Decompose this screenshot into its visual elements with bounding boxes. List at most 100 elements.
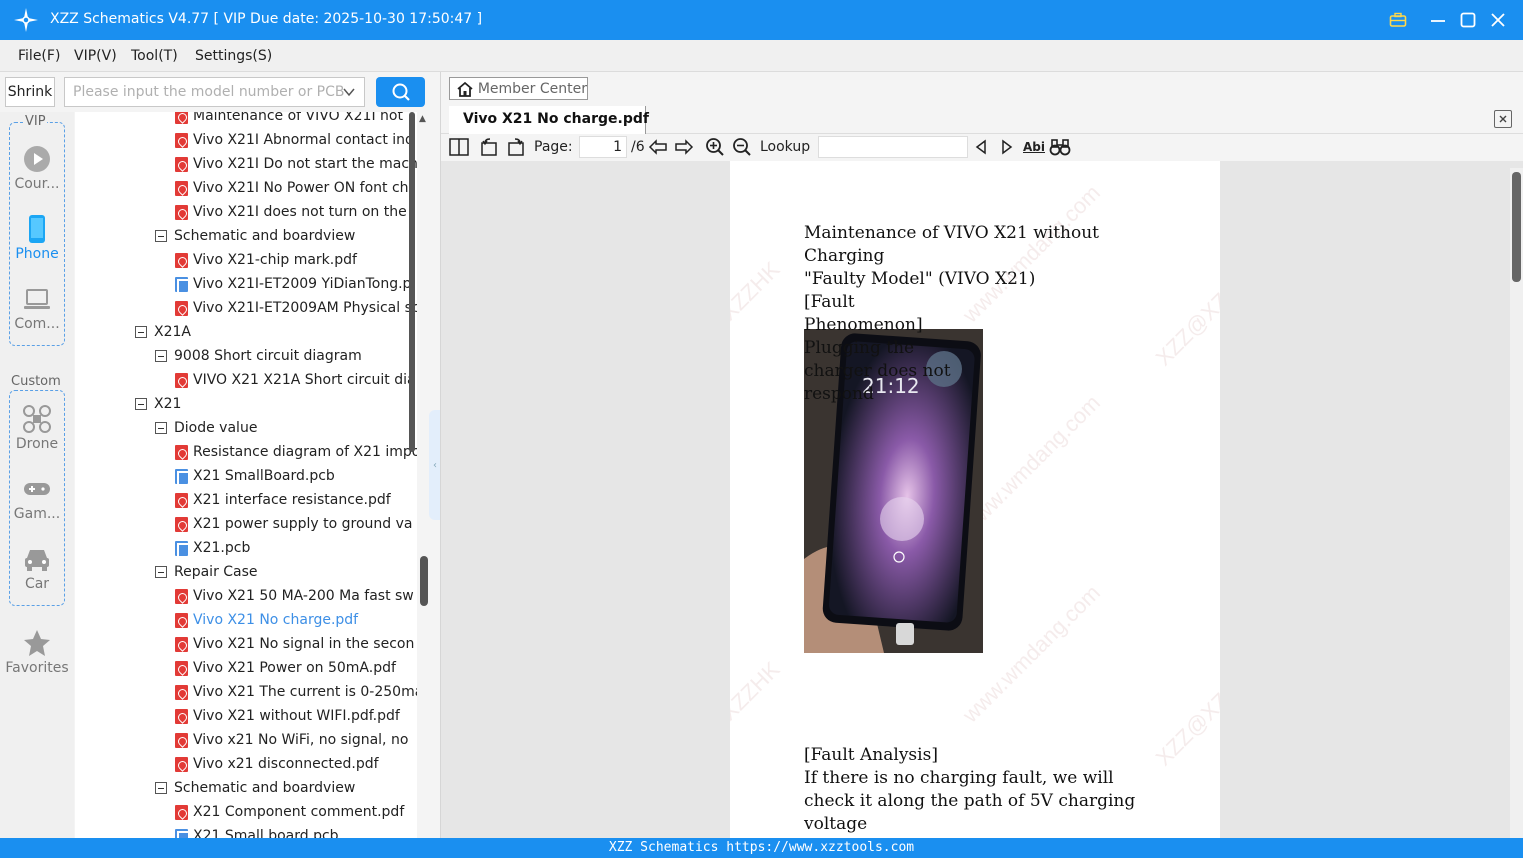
menu-settings[interactable]: Settings(S): [195, 48, 272, 64]
collapse-icon[interactable]: [135, 398, 147, 410]
pdf-file-icon: [175, 612, 188, 628]
tree-file[interactable]: X21.pcb: [175, 536, 250, 560]
pcb-file-icon: [175, 828, 188, 838]
shrink-button[interactable]: Shrink: [5, 77, 55, 107]
tab-document[interactable]: Vivo X21 No charge.pdf: [449, 106, 649, 134]
match-case-button[interactable]: Abi: [1023, 137, 1045, 157]
rotate-left-button[interactable]: [478, 137, 500, 157]
tree-file[interactable]: Vivo x21 disconnected.pdf: [175, 752, 379, 776]
tree-file[interactable]: Vivo X21I does not turn on the: [175, 200, 407, 224]
triangle-right-icon: [1002, 139, 1013, 155]
collapse-icon[interactable]: [155, 566, 167, 578]
category-drone[interactable]: Drone: [9, 404, 65, 452]
member-center-button[interactable]: Member Center: [449, 77, 588, 100]
tree-label: Repair Case: [174, 564, 258, 580]
pcb-file-icon: [175, 540, 188, 556]
find-previous-button[interactable]: [970, 137, 992, 157]
pdf-file-icon: [175, 372, 188, 388]
search-input[interactable]: Please input the model number or PCB: [64, 77, 365, 107]
category-courses[interactable]: Cour...: [9, 144, 65, 192]
tree-file[interactable]: Vivo X21 No signal in the secon: [175, 632, 414, 656]
tree-file[interactable]: Vivo X21I-ET2009AM Physical sc: [175, 296, 417, 320]
zoom-in-icon: [706, 138, 724, 156]
tree-file[interactable]: X21 power supply to ground va: [175, 512, 413, 536]
collapse-icon[interactable]: [135, 326, 147, 338]
tree-file[interactable]: Maintenance of VIVO X21I not: [175, 112, 403, 128]
tree-label: Vivo X21 without WIFI.pdf.pdf: [193, 708, 400, 724]
tree-label: X21 Small board.pcb: [193, 828, 339, 838]
zoom-in-button[interactable]: [704, 137, 726, 157]
rotate-right-button[interactable]: [505, 137, 527, 157]
tree-label: X21 SmallBoard.pcb: [193, 468, 335, 484]
search-button[interactable]: [376, 77, 425, 107]
watermark: XZZ@XZZHK: [1150, 656, 1220, 771]
lookup-label: Lookup: [760, 139, 811, 155]
close-document-button[interactable]: [1494, 110, 1512, 128]
page-number-input[interactable]: 1: [579, 136, 627, 158]
category-sidebar: VIP Cour... Phone Com... Custom Drone Ga…: [0, 112, 74, 838]
tree-file[interactable]: VIVO X21 X21A Short circuit dia: [175, 368, 416, 392]
tree-label: X21A: [154, 324, 191, 340]
tree-file[interactable]: X21 Component comment.pdf: [175, 800, 404, 824]
collapse-icon[interactable]: [155, 422, 167, 434]
tree-file[interactable]: Vivo X21 No charge.pdf: [175, 608, 358, 632]
menu-tool[interactable]: Tool(T): [131, 48, 178, 64]
tree-scrollbar-secondary[interactable]: [420, 556, 428, 606]
lookup-input[interactable]: [818, 136, 968, 158]
tree-file[interactable]: Vivo X21I Abnormal contact ind: [175, 128, 414, 152]
gamepad-icon: [24, 483, 50, 495]
tree-file[interactable]: X21 SmallBoard.pcb: [175, 464, 335, 488]
category-phone[interactable]: Phone: [9, 214, 65, 262]
tree-file[interactable]: X21 interface resistance.pdf: [175, 488, 391, 512]
tree-file[interactable]: Vivo x21 No WiFi, no signal, no: [175, 728, 408, 752]
category-favorites[interactable]: Favorites: [0, 628, 74, 676]
collapse-icon[interactable]: [155, 350, 167, 362]
tree-file[interactable]: Vivo X21 50 MA-200 Ma fast sw: [175, 584, 414, 608]
tree-folder[interactable]: Schematic and boardview: [155, 224, 355, 248]
zoom-out-icon: [733, 138, 751, 156]
tree-file[interactable]: Vivo X21 without WIFI.pdf.pdf: [175, 704, 400, 728]
pdf-viewer[interactable]: XZZ@XZZHK www.wmdang.com XZZ@XZZHK www.w…: [441, 161, 1523, 838]
tree-folder[interactable]: Diode value: [155, 416, 257, 440]
tree-file[interactable]: Vivo X21I No Power ON font ch: [175, 176, 409, 200]
tree-file[interactable]: Vivo X21-chip mark.pdf: [175, 248, 357, 272]
minimize-button[interactable]: [1426, 8, 1450, 32]
toggle-sidebar-button[interactable]: [448, 137, 470, 157]
previous-page-button[interactable]: [647, 137, 669, 157]
category-games[interactable]: Gam...: [9, 474, 65, 522]
tree-file[interactable]: Vivo X21 Power on 50mA.pdf: [175, 656, 396, 680]
close-button[interactable]: [1486, 8, 1510, 32]
category-computer[interactable]: Com...: [9, 284, 65, 332]
menu-file[interactable]: File(F): [18, 48, 60, 64]
tree-folder[interactable]: X21A: [135, 320, 191, 344]
tree-folder[interactable]: Schematic and boardview: [155, 776, 355, 800]
tree-scrollbar[interactable]: [409, 112, 415, 452]
tree-file[interactable]: Vivo X21I-ET2009 YiDianTong.p: [175, 272, 411, 296]
tree-file[interactable]: X21 Small board.pcb: [175, 824, 339, 838]
tree-folder[interactable]: X21: [135, 392, 181, 416]
find-all-button[interactable]: [1049, 137, 1071, 157]
viewer-scroll-thumb[interactable]: [1512, 172, 1521, 282]
scroll-up-icon[interactable]: ▲: [419, 114, 426, 124]
arrow-left-icon: [648, 139, 667, 155]
briefcase-button[interactable]: [1386, 8, 1410, 32]
pdf-file-icon: [175, 636, 188, 652]
page-total: /6: [631, 139, 645, 155]
tree-folder[interactable]: Repair Case: [155, 560, 258, 584]
collapse-icon[interactable]: [155, 230, 167, 242]
maximize-button[interactable]: [1456, 8, 1480, 32]
collapse-icon[interactable]: [155, 782, 167, 794]
zoom-out-button[interactable]: [731, 137, 753, 157]
tree-file[interactable]: Vivo X21 The current is 0-250ma: [175, 680, 417, 704]
chevron-down-icon[interactable]: [342, 85, 356, 99]
category-car[interactable]: Car: [9, 544, 65, 592]
menu-bar: File(F) VIP(V) Tool(T) Settings(S): [0, 40, 1523, 72]
find-next-button[interactable]: [996, 137, 1018, 157]
title-bar: XZZ Schematics V4.77 [ VIP Due date: 202…: [0, 0, 1523, 40]
next-page-button[interactable]: [673, 137, 695, 157]
pdf-file-icon: [175, 492, 188, 508]
tree-file[interactable]: Resistance diagram of X21 impo: [175, 440, 417, 464]
menu-vip[interactable]: VIP(V): [74, 48, 117, 64]
tree-file[interactable]: Vivo X21I Do not start the mach: [175, 152, 417, 176]
tree-folder[interactable]: 9008 Short circuit diagram: [155, 344, 362, 368]
